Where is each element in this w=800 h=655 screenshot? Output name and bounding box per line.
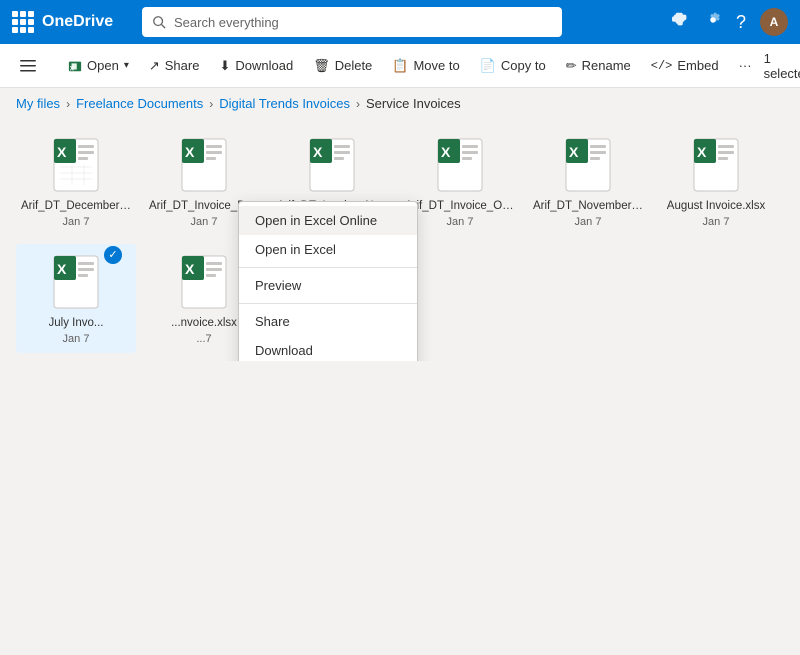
hamburger-button[interactable] [12,53,44,79]
context-menu-item-download[interactable]: Download [239,336,417,361]
svg-text:X: X [569,144,579,160]
context-menu-item-share[interactable]: Share [239,307,417,336]
move-to-label: Move to [413,58,459,73]
copy-to-label: Copy to [501,58,546,73]
breadcrumb: My files › Freelance Documents › Digital… [0,88,800,119]
list-item[interactable]: X Arif_DT_Invoice_October_2... Jan 7 [400,127,520,236]
copy-to-button[interactable]: 📄 Copy to [472,53,554,79]
context-menu-item-preview[interactable]: Preview [239,271,417,300]
list-item[interactable]: ✓ X July Invo... Jan 7 [16,244,136,353]
copy-to-icon: 📄 [480,58,496,74]
excel-file-icon: X [304,137,360,193]
excel-file-icon: X [432,137,488,193]
gear-icon[interactable] [704,11,722,34]
breadcrumb-myfiles[interactable]: My files [16,96,60,111]
context-menu-item-open-excel[interactable]: Open in Excel [239,235,417,264]
open-label: Open [87,58,119,73]
breadcrumb-freelance[interactable]: Freelance Documents [76,96,203,111]
excel-file-icon: X [688,137,744,193]
svg-text:X: X [441,144,451,160]
svg-text:X: X [313,144,323,160]
file-name: August Invoice.xlsx [667,199,765,214]
list-item[interactable]: X Arif_DT_November_Black_F... Jan 7 [528,127,648,236]
app-logo[interactable]: OneDrive [12,11,132,33]
toolbar: X Open ▾ ↗ Share ⬇ Download 🗑 Delete 📋 M… [0,44,800,88]
open-icon: X [68,59,82,73]
breadcrumb-current: Service Invoices [366,96,461,111]
context-menu-separator-2 [239,303,417,304]
embed-label: Embed [677,58,718,73]
embed-icon: </> [651,59,673,73]
rename-icon: ✏ [566,58,577,74]
delete-button[interactable]: 🗑 Delete [305,53,380,79]
rename-button[interactable]: ✏ Rename [558,53,639,79]
help-icon[interactable]: ? [736,12,746,33]
svg-text:X: X [185,261,195,277]
selected-info: 1 selected ✕ ℹ [764,51,800,81]
svg-text:X: X [185,144,195,160]
share-icon: ↗ [149,58,160,74]
file-name: Arif_DT_November_Black_F... [533,199,643,214]
list-item[interactable]: X Arif_DT_December_Cyber_... Jan 7 [16,127,136,236]
context-menu-item-open-excel-online[interactable]: Open in Excel Online [239,206,417,235]
selected-count: 1 selected [764,51,800,81]
topbar: OneDrive Search everything ? A [0,0,800,44]
download-button[interactable]: ⬇ Download [211,53,301,79]
more-button[interactable]: ··· [731,53,760,78]
file-name: Arif_DT_Invoice_October_2... [405,199,515,214]
excel-file-icon: X [48,137,104,193]
search-bar[interactable]: Search everything [142,7,562,37]
file-name: July Invo... [49,316,104,331]
open-arrow: ▾ [124,60,129,71]
file-date: Jan 7 [575,216,602,228]
rename-label: Rename [582,58,631,73]
svg-text:X: X [57,144,67,160]
excel-file-icon: X [560,137,616,193]
context-menu: Open in Excel Online Open in Excel Previ… [238,201,418,361]
file-date: Jan 7 [703,216,730,228]
file-date: Jan 7 [63,333,90,345]
app-name: OneDrive [42,13,113,31]
file-date: Jan 7 [191,216,218,228]
breadcrumb-digitaltrends[interactable]: Digital Trends Invoices [219,96,350,111]
delete-icon: 🗑 [313,58,330,74]
move-to-button[interactable]: 📋 Move to [384,53,467,79]
file-date: Jan 7 [447,216,474,228]
list-item[interactable]: X August Invoice.xlsx Jan 7 [656,127,776,236]
breadcrumb-sep-1: › [66,97,70,111]
waffle-icon[interactable] [12,11,34,33]
search-icon [152,15,166,29]
excel-file-icon: X [48,254,104,310]
excel-file-icon: X [176,137,232,193]
breadcrumb-sep-3: › [356,97,360,111]
open-button[interactable]: X Open ▾ [60,53,137,78]
selected-checkmark: ✓ [104,246,122,264]
file-browser-content: X Arif_DT_December_Cyber_... Jan 7 [0,119,800,361]
excel-file-icon: X [176,254,232,310]
context-menu-separator-1 [239,267,417,268]
file-date: ...7 [196,333,211,345]
file-name: ...nvoice.xlsx [171,316,237,331]
breadcrumb-sep-2: › [209,97,213,111]
svg-text:X: X [57,261,67,277]
avatar[interactable]: A [760,8,788,36]
download-icon: ⬇ [219,58,230,74]
move-to-icon: 📋 [392,58,408,74]
download-label: Download [235,58,293,73]
embed-button[interactable]: </> Embed [643,53,727,78]
topbar-right: ? A [672,8,788,36]
share-label: Share [165,58,200,73]
more-icon: ··· [739,58,752,73]
svg-text:X: X [697,144,707,160]
file-date: Jan 7 [63,216,90,228]
puzzle-icon[interactable] [672,11,690,34]
file-name: Arif_DT_December_Cyber_... [21,199,131,214]
delete-label: Delete [335,58,373,73]
search-placeholder: Search everything [174,15,279,30]
share-button[interactable]: ↗ Share [141,53,208,79]
